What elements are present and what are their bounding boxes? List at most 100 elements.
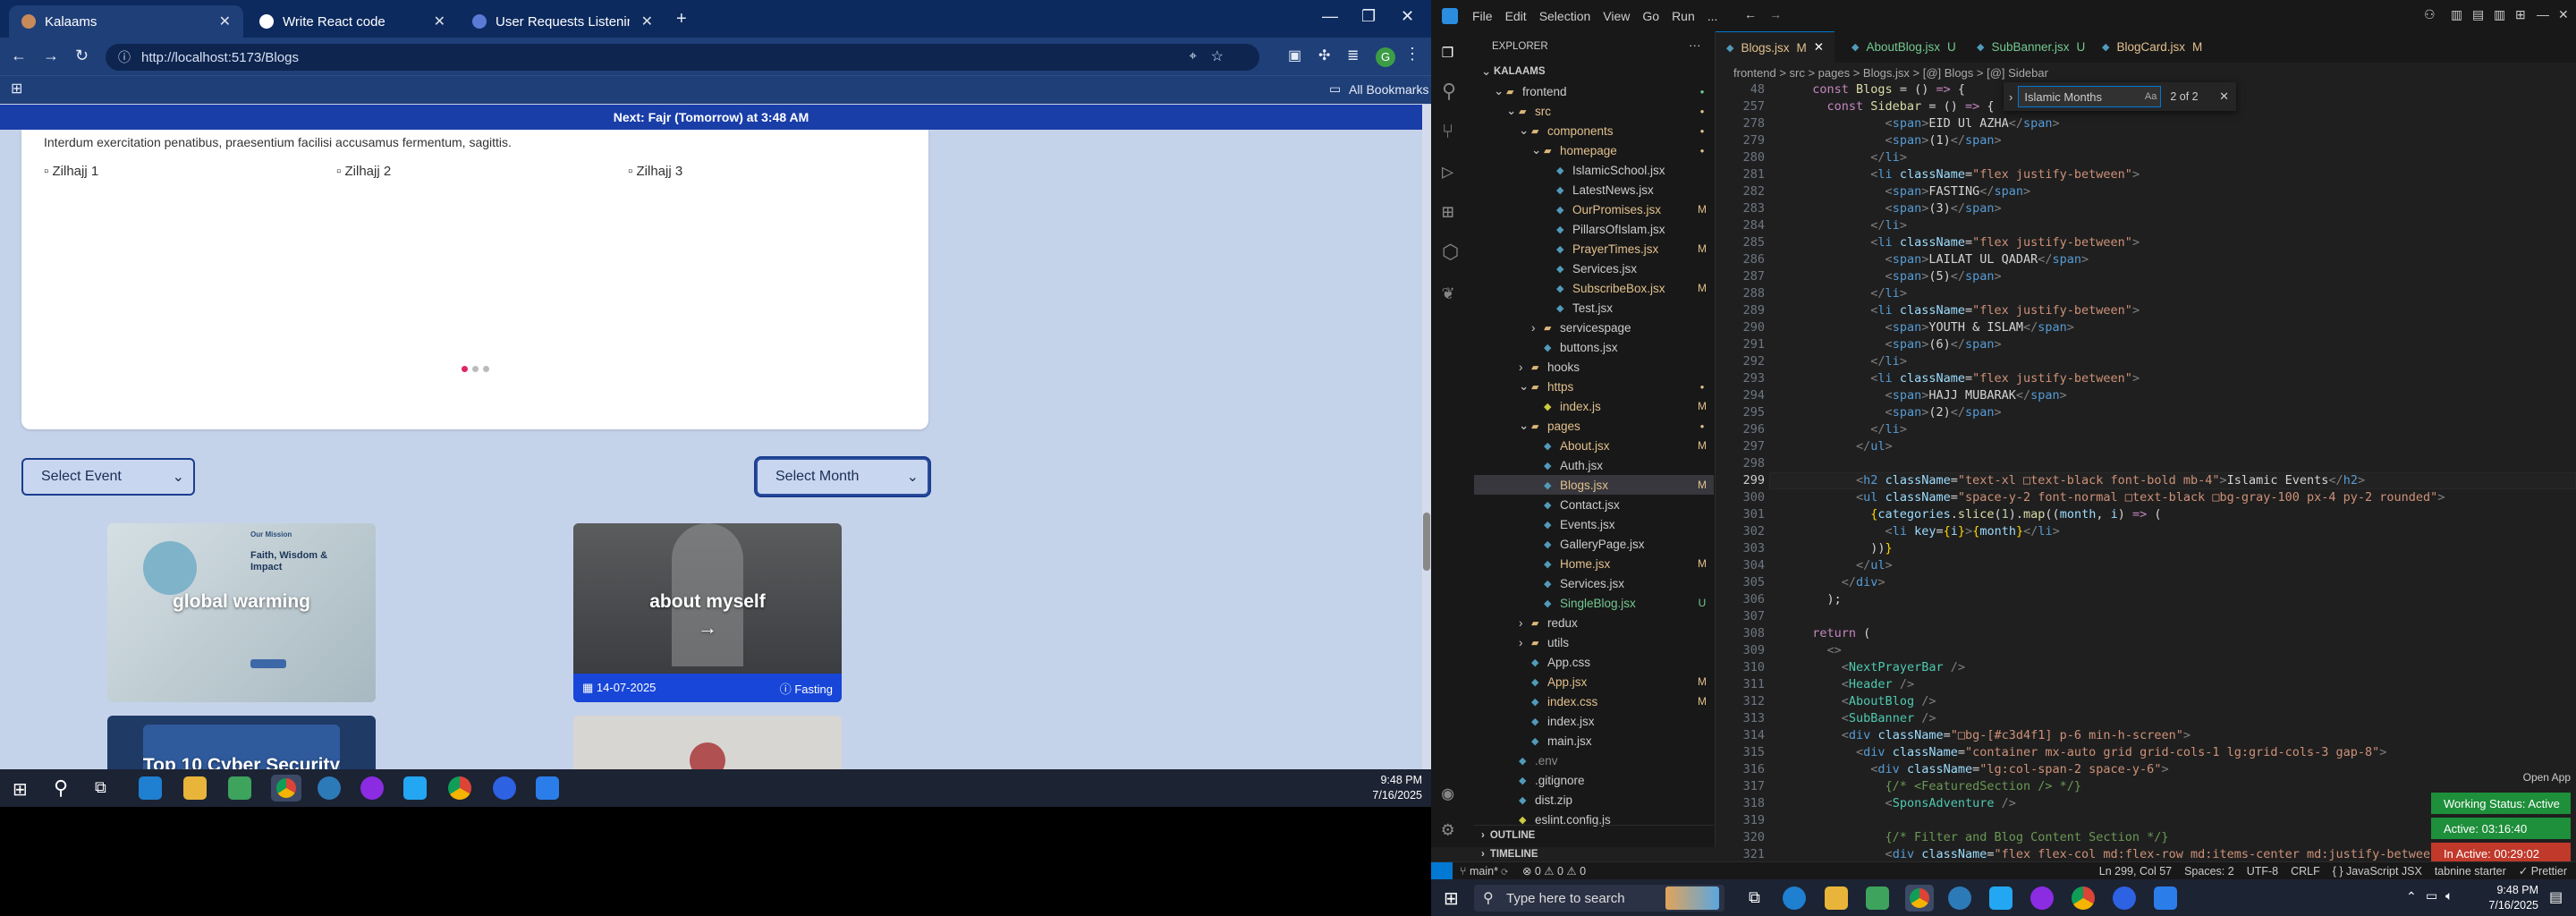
blog-card-cyber-security[interactable]: Top 10 Cyber Security [107, 716, 376, 769]
tree-folder[interactable]: ⌄ ▰ https ● [1474, 377, 1714, 396]
tree-file[interactable]: ◆ index.jsx [1474, 711, 1714, 731]
open-app-link[interactable]: Open App [2523, 771, 2571, 784]
tree-file[interactable]: ◆ SingleBlog.jsx U [1474, 593, 1714, 613]
chrome-tab-user-requests[interactable]: User Requests Listening Assista ✕ [460, 5, 665, 38]
taskbar-clock[interactable]: 9:48 PM 7/16/2025 [1324, 773, 1422, 803]
editor-tab[interactable]: ◆ SubBanner.jsx U [1966, 31, 2096, 63]
editor-tab[interactable]: ◆ Blogs.jsx M ✕ [1716, 31, 1835, 63]
tree-folder[interactable]: › ▰ utils [1474, 632, 1714, 652]
problems-indicator[interactable]: ⊗ 0 ⚠ 0 ⚠ 0 [1522, 864, 1586, 878]
task-view-icon[interactable]: ⧉ [1749, 888, 1760, 907]
carousel-dot[interactable] [483, 366, 489, 372]
nav-back-icon[interactable]: ← [1744, 7, 1757, 21]
close-tab-icon[interactable]: ✕ [641, 13, 653, 30]
find-input[interactable]: Islamic Months Aa [2018, 86, 2162, 107]
extension-icon[interactable]: ▣ [1288, 47, 1301, 64]
forward-icon[interactable]: → [43, 47, 59, 65]
tree-folder[interactable]: ⌄ ▰ homepage ● [1474, 140, 1714, 160]
windows-start-icon[interactable]: ⊞ [13, 778, 28, 801]
minimize-icon[interactable]: — [2537, 7, 2549, 21]
layout-sidebar-icon[interactable]: ▥ [2451, 7, 2462, 22]
zoom-icon[interactable] [493, 776, 516, 800]
location-icon[interactable]: ⌖ [1190, 48, 1197, 64]
zoom-icon[interactable] [2113, 886, 2136, 910]
new-tab-icon[interactable]: + [676, 9, 687, 30]
app-icon-2[interactable] [2154, 886, 2177, 910]
explorer-icon[interactable]: ❐ [1442, 40, 1453, 63]
source-control-icon[interactable]: ⑂ [1442, 121, 1453, 143]
tree-file[interactable]: ◆ .env [1474, 751, 1714, 770]
address-bar[interactable]: ⓘ http://localhost:5173/Blogs ⌖ ☆ [106, 44, 1259, 71]
outline-section[interactable]: › OUTLINE [1474, 825, 1714, 844]
tree-file[interactable]: ◆ Auth.jsx [1474, 455, 1714, 475]
tree-folder[interactable]: › ▰ hooks [1474, 357, 1714, 377]
close-tab-icon[interactable]: ✕ [434, 13, 445, 30]
prettier-status[interactable]: ✓ Prettier [2519, 864, 2567, 878]
menu-item[interactable]: Run [1672, 9, 1695, 23]
volume-icon[interactable]: 🔈︎ [2445, 888, 2453, 903]
close-window-icon[interactable]: ✕ [2558, 7, 2569, 22]
search-icon[interactable]: ⚲ [54, 776, 68, 800]
tree-file[interactable]: ◆ GalleryPage.jsx [1474, 534, 1714, 554]
reading-list-icon[interactable]: ≣ [1347, 47, 1359, 64]
customize-layout-icon[interactable]: ⊞ [2515, 7, 2526, 22]
maximize-icon[interactable]: ❐ [1361, 7, 1376, 26]
tabnine-status[interactable]: tabnine starter [2435, 865, 2506, 878]
vscode-taskbar-icon[interactable] [1989, 886, 2012, 910]
tree-folder[interactable]: ⌄ ▰ pages ● [1474, 416, 1714, 436]
tree-file[interactable]: ◆ IslamicSchool.jsx [1474, 160, 1714, 180]
eol[interactable]: CRLF [2291, 865, 2320, 878]
chrome-taskbar-icon-2[interactable] [2072, 886, 2095, 910]
blog-card-4[interactable] [573, 716, 842, 769]
tree-file[interactable]: ◆ index.js M [1474, 396, 1714, 416]
chrome-menu-icon[interactable]: ⋮ [1404, 45, 1420, 64]
tree-file[interactable]: ◆ LatestNews.jsx [1474, 180, 1714, 199]
carousel-dot-active[interactable] [462, 366, 468, 372]
code-editor[interactable]: 48 const Blogs = () => {257 const Sideba… [1716, 82, 2576, 861]
minimize-icon[interactable]: — [1322, 7, 1338, 26]
tree-file[interactable]: ◆ index.css M [1474, 691, 1714, 711]
tree-file[interactable]: ◆ About.jsx M [1474, 436, 1714, 455]
taskbar-search[interactable]: ⚲ Type here to search [1474, 885, 1724, 912]
bookmark-star-icon[interactable]: ☆ [1211, 47, 1224, 65]
edge-icon[interactable] [139, 776, 162, 800]
tree-file[interactable]: ◆ PillarsOfIslam.jsx [1474, 219, 1714, 239]
arrow-right-icon[interactable]: → [573, 616, 842, 640]
manage-gear-icon[interactable]: ⚙ [1442, 818, 1453, 841]
select-month-dropdown[interactable]: Select Month ⌄ [756, 458, 929, 496]
copilot-icon[interactable]: ⚇ [2424, 7, 2436, 22]
match-case-icon[interactable]: Aa [2145, 91, 2157, 102]
working-status-badge[interactable]: Working Status: Active [2431, 793, 2571, 814]
network-icon[interactable]: ▭ [2426, 888, 2437, 903]
store-icon[interactable] [1866, 886, 1889, 910]
nav-forward-icon[interactable]: → [1769, 7, 1782, 21]
tree-folder[interactable]: ⌄ ▰ frontend ● [1474, 81, 1714, 101]
chrome-taskbar-icon-2[interactable] [448, 776, 471, 800]
toggle-replace-icon[interactable]: › [2009, 90, 2012, 104]
app-icon[interactable] [1948, 886, 1971, 910]
notifications-icon[interactable]: ▤ [2549, 888, 2563, 906]
site-info-icon[interactable]: ⓘ [118, 48, 131, 66]
encoding[interactable]: UTF-8 [2247, 865, 2278, 878]
menu-item[interactable]: View [1603, 9, 1630, 23]
all-bookmarks-link[interactable]: All Bookmarks [1349, 82, 1428, 97]
vscode-taskbar-icon[interactable] [403, 776, 427, 800]
tree-file[interactable]: ◆ buttons.jsx [1474, 337, 1714, 357]
chrome-tab-kalaams[interactable]: Kalaams ✕ [9, 5, 243, 38]
close-tab-icon[interactable]: ✕ [1814, 40, 1824, 55]
blog-card-global-warming[interactable]: Our Mission Faith, Wisdom & Impact globa… [107, 523, 376, 702]
tree-file[interactable]: ◆ Blogs.jsx M [1474, 475, 1714, 495]
run-debug-icon[interactable]: ▷ [1442, 161, 1453, 183]
tree-root[interactable]: ⌄ KALAAMS [1474, 62, 1714, 81]
tree-file[interactable]: ◆ Test.jsx [1474, 298, 1714, 318]
task-view-icon[interactable]: ⧉ [95, 778, 106, 797]
reload-icon[interactable]: ↻ [75, 47, 89, 65]
layout-panel-icon[interactable]: ▤ [2472, 7, 2484, 22]
extensions-icon[interactable]: ⊞ [1442, 201, 1453, 224]
github-desktop-icon[interactable] [360, 776, 384, 800]
menu-item[interactable]: File [1472, 9, 1493, 23]
chrome-tab-write-react[interactable]: Write React code ✕ [247, 5, 458, 38]
layout-secondary-icon[interactable]: ▥ [2494, 7, 2505, 22]
page-scrollbar-thumb[interactable] [1423, 513, 1430, 571]
back-icon[interactable]: ← [11, 47, 27, 65]
